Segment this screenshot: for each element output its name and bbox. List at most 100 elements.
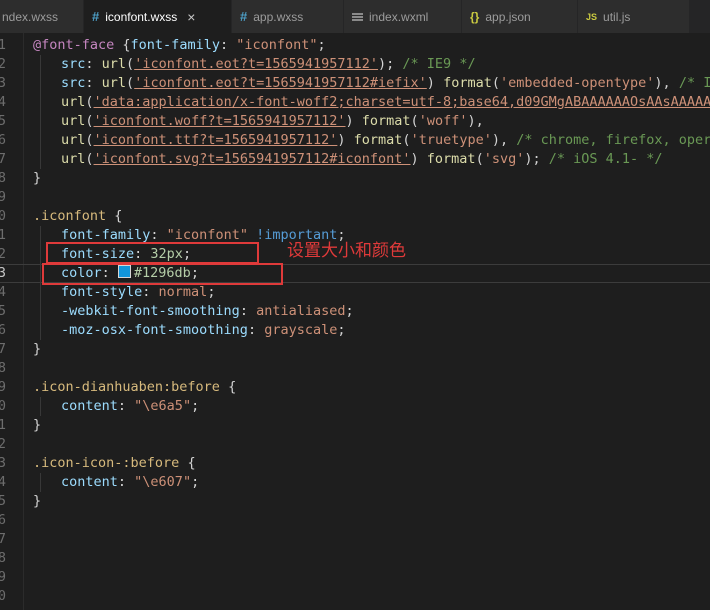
line-number: 5 — [0, 112, 6, 131]
line-number: 9 — [0, 188, 6, 207]
code-line-26[interactable] — [0, 511, 710, 530]
code-line-21[interactable]: } — [0, 416, 710, 435]
code-line-18[interactable] — [0, 359, 710, 378]
code-token: : — [150, 227, 166, 243]
code-line-9[interactable] — [0, 188, 710, 207]
line-number: 7 — [0, 150, 6, 169]
code-token: } — [33, 341, 41, 357]
code-line-2[interactable]: src: url('iconfont.eot?t=1565941957112')… — [0, 55, 710, 74]
code-token: : — [118, 474, 134, 490]
code-token: ( — [126, 56, 134, 72]
line-number: 14 — [0, 283, 6, 302]
tab-app-wxss[interactable]: #app.wxss — [232, 0, 344, 33]
code-line-10[interactable]: .iconfont { — [0, 207, 710, 226]
tab-ndex-wxss[interactable]: ndex.wxss — [0, 0, 84, 33]
code-token: 'truetype' — [411, 132, 492, 148]
code-token: { — [106, 208, 122, 224]
line-number: 4 — [0, 93, 6, 112]
tab-app-json[interactable]: {}app.json — [462, 0, 578, 33]
css-file-icon: # — [92, 9, 99, 24]
code-token: 'woff' — [419, 113, 468, 129]
code-token: font-family — [131, 37, 220, 53]
close-tab-icon[interactable]: × — [187, 10, 195, 24]
code-token: ) — [346, 113, 362, 129]
code-token: ; — [191, 398, 199, 414]
code-line-19[interactable]: .icon-dianhuaben:before { — [0, 378, 710, 397]
tab-index-wxml[interactable]: index.wxml — [344, 0, 462, 33]
code-line-23[interactable]: .icon-icon-:before { — [0, 454, 710, 473]
code-token: : — [85, 75, 101, 91]
code-token: 'iconfont.eot?t=1565941957112#iefix' — [134, 75, 427, 91]
code-token: url — [61, 151, 85, 167]
code-token: /* IE6-IE8 */ — [679, 75, 710, 91]
line-number: 17 — [0, 340, 6, 359]
line-number: 30 — [0, 587, 6, 606]
code-token: .iconfont — [33, 208, 106, 224]
code-line-25[interactable]: } — [0, 492, 710, 511]
code-token: ; — [337, 322, 345, 338]
tab-util-js[interactable]: JSutil.js — [578, 0, 690, 33]
code-line-15[interactable]: -webkit-font-smoothing: antialiased; — [0, 302, 710, 321]
code-line-4[interactable]: url('data:application/x-font-woff2;chars… — [0, 93, 710, 112]
code-token: /* chrome, firefox, opera, Safari — [516, 132, 710, 148]
code-token: @font-face — [33, 37, 114, 53]
line-number: 3 — [0, 74, 6, 93]
code-token: antialiased — [256, 303, 345, 319]
tab-label: util.js — [603, 10, 630, 24]
code-token: ) — [427, 75, 443, 91]
code-token: ; — [207, 284, 215, 300]
wxml-file-icon — [352, 12, 363, 22]
code-token: { — [179, 455, 195, 471]
code-token: ); — [378, 56, 402, 72]
code-line-6[interactable]: url('iconfont.ttf?t=1565941957112') form… — [0, 131, 710, 150]
code-line-16[interactable]: -moz-osx-font-smoothing: grayscale; — [0, 321, 710, 340]
code-token: ( — [85, 113, 93, 129]
code-token: src — [61, 75, 85, 91]
tab-iconfont-wxss[interactable]: #iconfont.wxss× — [84, 0, 232, 33]
code-token: format — [427, 151, 476, 167]
code-token: } — [33, 170, 41, 186]
code-token: -webkit-font-smoothing — [61, 303, 240, 319]
code-line-24[interactable]: content: "\e607"; — [0, 473, 710, 492]
line-number: 10 — [0, 207, 6, 226]
code-token: 'data:application/x-font-woff2;charset=u… — [94, 94, 710, 110]
code-token: ) — [411, 151, 427, 167]
code-editor[interactable]: @font-face {font-family: "iconfont";src:… — [0, 33, 710, 610]
code-line-29[interactable] — [0, 568, 710, 587]
code-token: url — [61, 132, 85, 148]
code-token: "iconfont" — [167, 227, 248, 243]
code-line-3[interactable]: src: url('iconfont.eot?t=1565941957112#i… — [0, 74, 710, 93]
code-token: url — [102, 56, 126, 72]
code-line-1[interactable]: @font-face {font-family: "iconfont"; — [0, 36, 710, 55]
code-line-27[interactable] — [0, 530, 710, 549]
code-token: format — [354, 132, 403, 148]
line-number-gutter: 1234567891011121314151617181920212223242… — [0, 36, 6, 606]
code-line-20[interactable]: content: "\e6a5"; — [0, 397, 710, 416]
line-number: 12 — [0, 245, 6, 264]
code-token: } — [33, 417, 41, 433]
code-line-28[interactable] — [0, 549, 710, 568]
line-number: 24 — [0, 473, 6, 492]
line-number: 15 — [0, 302, 6, 321]
code-line-7[interactable]: url('iconfont.svg?t=1565941957112#iconfo… — [0, 150, 710, 169]
code-line-5[interactable]: url('iconfont.woff?t=1565941957112') for… — [0, 112, 710, 131]
code-line-22[interactable] — [0, 435, 710, 454]
line-number: 21 — [0, 416, 6, 435]
code-line-17[interactable]: } — [0, 340, 710, 359]
line-number: 2 — [0, 55, 6, 74]
code-token: .icon-dianhuaben:before — [33, 379, 220, 395]
line-number: 23 — [0, 454, 6, 473]
line-number: 22 — [0, 435, 6, 454]
code-line-8[interactable]: } — [0, 169, 710, 188]
code-line-14[interactable]: font-style: normal; — [0, 283, 710, 302]
code-token — [248, 227, 256, 243]
code-token: ; — [345, 303, 353, 319]
code-token: /* IE9 */ — [402, 56, 475, 72]
line-number: 25 — [0, 492, 6, 511]
line-number: 8 — [0, 169, 6, 188]
code-token: url — [61, 94, 85, 110]
code-token: ( — [476, 151, 484, 167]
line-number: 6 — [0, 131, 6, 150]
code-line-30[interactable] — [0, 587, 710, 606]
code-token: 'iconfont.ttf?t=1565941957112' — [94, 132, 338, 148]
